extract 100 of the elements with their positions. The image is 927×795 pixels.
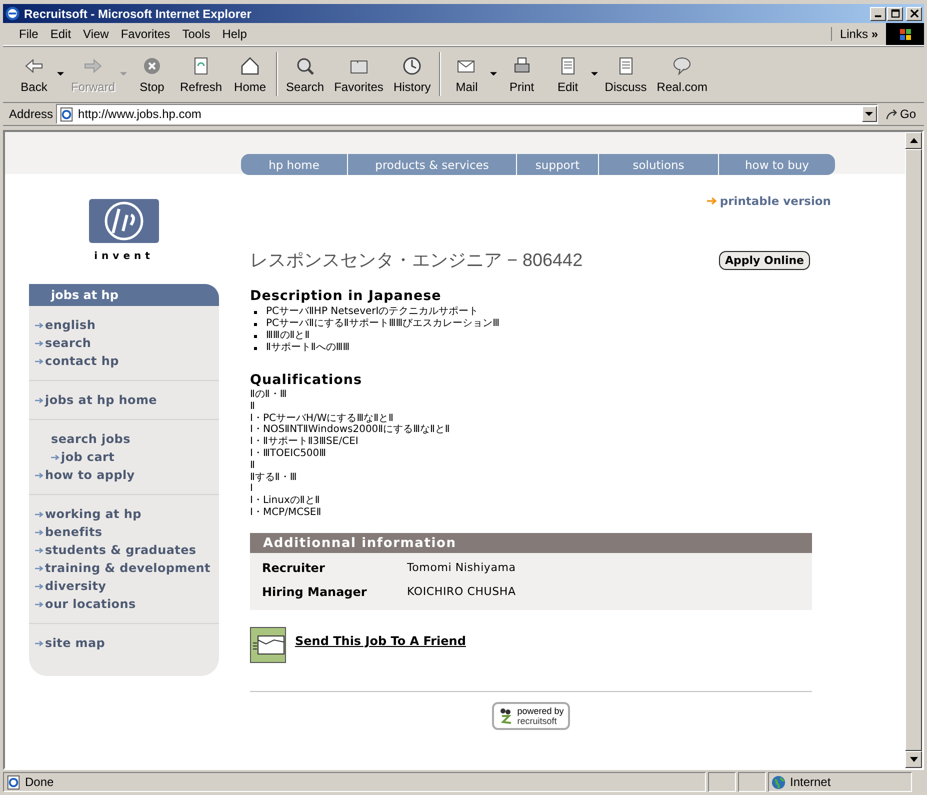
menu-item[interactable]: Favorites: [114, 27, 176, 41]
sidebar-link[interactable]: english: [35, 318, 96, 332]
sidebar-link[interactable]: training & development: [35, 561, 210, 575]
maximize-icon: [890, 9, 900, 18]
info-value: KOICHIRO CHUSHA: [407, 585, 516, 598]
dropdown-arrow-icon: [57, 72, 64, 76]
status-pane: [738, 772, 766, 792]
toolbar-button[interactable]: Refresh: [175, 54, 228, 94]
close-button[interactable]: [906, 6, 922, 20]
dropdown-arrow-icon: [490, 72, 497, 76]
sidebar-link[interactable]: benefits: [35, 525, 102, 539]
window-title: Recruitsoft - Microsoft Internet Explorer: [24, 6, 252, 20]
arrow-icon: [706, 197, 717, 205]
toolbar-button[interactable]: Edit: [544, 54, 600, 94]
qualification-line: Ⅰ・PCサーバH/WにするⅢなⅡとⅡ: [250, 412, 394, 424]
windows-logo-icon: [886, 23, 924, 45]
envelope-icon: [250, 626, 286, 663]
scroll-up-button[interactable]: [905, 132, 922, 149]
description-item: ⅡサポートⅡへのⅢⅢ: [266, 342, 350, 354]
menu-item[interactable]: Edit: [44, 27, 78, 41]
logo-tagline: invent: [94, 251, 154, 262]
menu-item[interactable]: Tools: [176, 27, 216, 41]
down-arrow-icon: [910, 757, 918, 762]
qualification-line: Ⅰ・ⅡサポートⅡ3ⅢSE/CEⅠ: [250, 436, 360, 448]
section-heading: Qualifications: [250, 372, 364, 388]
toolbar-button[interactable]: Print: [498, 54, 545, 94]
page-icon: [59, 106, 74, 122]
toolbar-button[interactable]: History: [388, 54, 436, 94]
send-to-friend-link[interactable]: Send This Job To A Friend: [295, 634, 466, 648]
browser-logo-icon: [5, 6, 20, 21]
logo-icon: [89, 199, 159, 243]
toolbar-button[interactable]: Home: [227, 54, 274, 94]
printable-version-link[interactable]: printable version: [720, 194, 831, 208]
zone-text: Internet: [790, 775, 831, 789]
house-icon: [239, 54, 262, 76]
arrow-icon: [35, 583, 44, 590]
arrow-icon: [35, 529, 44, 536]
clock-icon: [401, 54, 424, 76]
toolbar-button[interactable]: Favorites: [329, 54, 388, 94]
maximize-button[interactable]: [887, 6, 903, 20]
status-text: Done: [25, 775, 54, 789]
bullet-icon: [254, 310, 257, 314]
apply-online-button[interactable]: Apply Online: [718, 250, 810, 270]
arrow-icon: [35, 358, 44, 366]
menu-item[interactable]: Help: [216, 27, 253, 41]
sidebar-link[interactable]: our locations: [35, 597, 136, 611]
qualification-line: Ⅱ: [250, 460, 256, 472]
info-label: Recruiter: [262, 560, 326, 575]
sidebar-link[interactable]: diversity: [35, 579, 106, 593]
arrow-icon: [35, 547, 44, 554]
sidebar-link[interactable]: search jobs: [51, 432, 130, 446]
address-field[interactable]: http://www.jobs.hp.com: [56, 104, 878, 124]
toolbar-button[interactable]: Discuss: [600, 54, 652, 94]
toolbar-button[interactable]: Back: [11, 54, 66, 94]
toolbar-button[interactable]: Real.com: [652, 54, 712, 94]
speech-bubble-icon: [671, 54, 694, 76]
qualification-line: ⅡのⅡ・Ⅲ: [250, 389, 288, 401]
arrow-icon: [51, 454, 60, 462]
status-pane: [708, 772, 736, 792]
qualification-line: Ⅱ: [250, 400, 256, 413]
dropdown-arrow-icon: [590, 72, 598, 76]
qualification-line: Ⅰ・ⅢTOEIC500Ⅲ: [250, 448, 328, 460]
sidebar-link[interactable]: job cart: [51, 450, 115, 464]
job-title: レスポンスセンタ・エンジニア − 806442: [250, 249, 583, 272]
scroll-down-button[interactable]: [905, 751, 922, 768]
toolbar-button[interactable]: Mail: [444, 54, 499, 94]
bullet-icon: [254, 334, 257, 338]
bullet-icon: [254, 322, 257, 326]
sidebar-link[interactable]: site map: [35, 636, 106, 650]
toolbar-button[interactable]: Search: [281, 54, 330, 94]
go-button[interactable]: Go: [880, 107, 920, 121]
bullet-icon: [254, 346, 257, 350]
page-icon: [6, 774, 21, 790]
qualification-line: Ⅰ・LinuxのⅡとⅡ: [250, 495, 321, 507]
toolbar-button[interactable]: Stop: [129, 54, 176, 94]
description-item: PCサーバⅡにするⅡサポートⅢⅢびエスカレーションⅢ: [266, 318, 500, 330]
dropdown-arrow-icon: [120, 72, 128, 76]
qualification-line: Ⅰ・MCP/MCSEⅡ: [250, 506, 322, 519]
arrow-icon: [35, 322, 44, 330]
sidebar-link[interactable]: search: [35, 336, 92, 350]
sidebar-link[interactable]: students & graduates: [35, 543, 196, 557]
sidebar-link[interactable]: contact hp: [35, 354, 119, 368]
menu-item[interactable]: View: [77, 27, 115, 41]
arrow-icon: [35, 601, 44, 608]
sidebar-link[interactable]: jobs at hp home: [35, 393, 158, 407]
minimize-button[interactable]: [870, 6, 886, 20]
sidebar-link[interactable]: working at hp: [35, 507, 142, 521]
arrow-icon: [35, 565, 44, 572]
arrow-icon: [35, 511, 44, 518]
arrow-icon: [35, 640, 44, 648]
description-item: PCサーバⅡHP NetseverⅠのテクニカルサポート: [266, 306, 479, 318]
qualification-line: Ⅰ・NOSⅡNTⅡWindows2000ⅡにするⅢなⅡとⅡ: [250, 424, 451, 436]
description-item: ⅢⅢのⅡとⅡ: [266, 330, 310, 342]
powered-by-badge[interactable]: powered by recruitsoft: [492, 702, 570, 730]
sidebar-link[interactable]: how to apply: [35, 468, 135, 482]
arrow-icon: [35, 397, 44, 404]
info-label: Hiring Manager: [262, 584, 368, 599]
menu-item[interactable]: File: [13, 27, 44, 41]
section-header: Additionnal information: [250, 532, 812, 553]
sidebar-header: jobs at hp: [29, 284, 219, 306]
